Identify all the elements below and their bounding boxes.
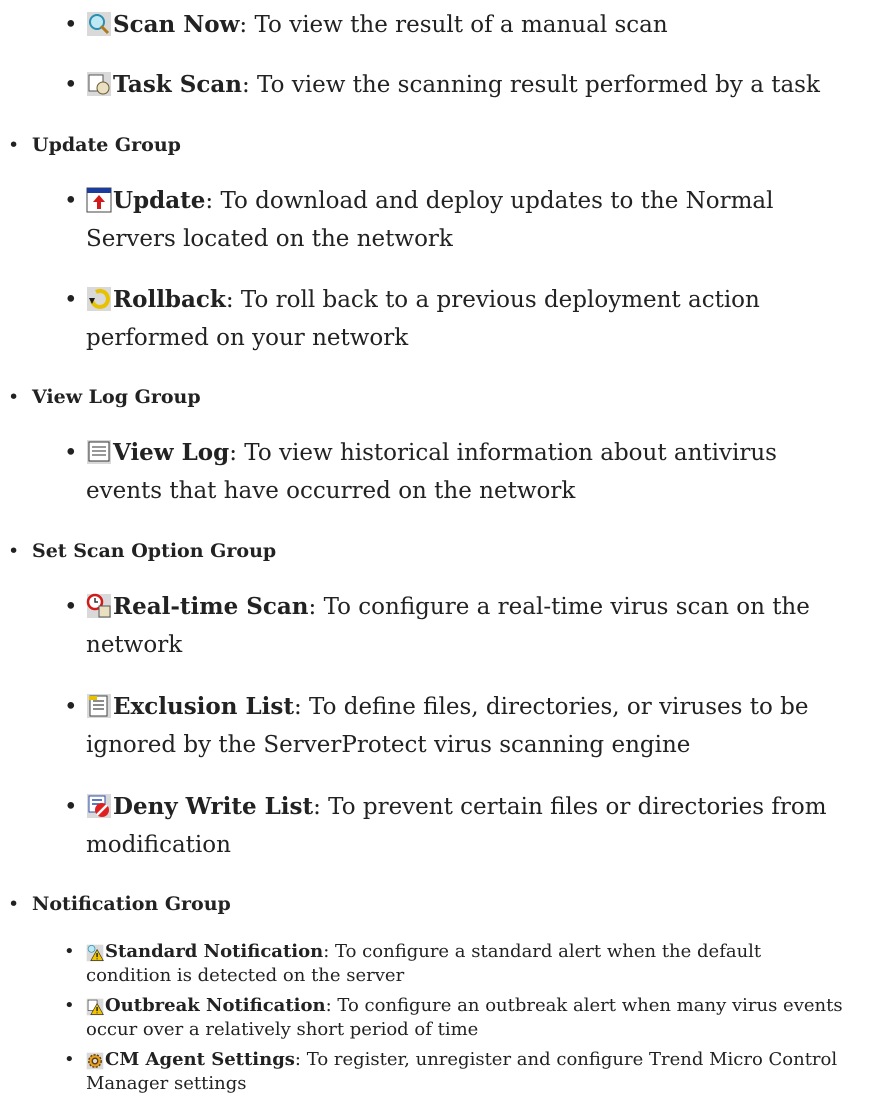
- update-icon: [86, 187, 112, 213]
- list-item-rollback: • Rollback: To roll back to a previous d…: [64, 281, 846, 357]
- item-name: Standard Notification: [105, 941, 324, 962]
- list-item-outbreak-notification: • Outbreak Notification: To configure an…: [64, 995, 843, 1040]
- outbreak-notification-icon: [86, 998, 104, 1016]
- item-name: Task Scan: [113, 71, 242, 98]
- bullet: •: [64, 1049, 75, 1070]
- bullet: •: [64, 794, 78, 820]
- group-heading: Update Group: [32, 134, 181, 156]
- bullet: •: [64, 287, 78, 313]
- bullet: •: [64, 188, 78, 214]
- bullet: •: [64, 440, 78, 466]
- cm-agent-settings-icon: [86, 1052, 104, 1070]
- bullet: •: [8, 540, 20, 562]
- view-log-icon: [86, 439, 112, 465]
- bullet: •: [64, 694, 78, 720]
- bullet: •: [64, 995, 75, 1016]
- group-heading: View Log Group: [32, 386, 201, 408]
- group-heading: Set Scan Option Group: [32, 540, 277, 562]
- list-item-cm-agent-settings: • CM Agent Settings: To register, unregi…: [64, 1049, 838, 1094]
- item-description: To view the scanning result performed by…: [249, 72, 820, 98]
- item-description: To view the result of a manual scan: [247, 12, 668, 38]
- item-name: Exclusion List: [113, 693, 294, 720]
- item-name: Deny Write List: [113, 793, 314, 820]
- item-name: Scan Now: [113, 11, 240, 38]
- deny-write-list-icon: [86, 793, 112, 819]
- standard-notification-icon: [86, 944, 104, 962]
- item-name: View Log: [113, 439, 230, 466]
- real-time-scan-icon: [86, 593, 112, 619]
- list-item-update: • Update: To download and deploy updates…: [64, 182, 846, 258]
- list-item-standard-notification: • Standard Notification: To configure a …: [64, 941, 762, 986]
- bullet: •: [64, 12, 78, 38]
- bullet: •: [8, 134, 20, 156]
- bullet: •: [64, 72, 78, 98]
- list-item-task-scan: • Task Scan: To view the scanning result…: [64, 66, 846, 104]
- scan-now-icon: [86, 11, 112, 37]
- list-item-scan-now: • Scan Now: To view the result of a manu…: [64, 6, 846, 44]
- bullet: •: [64, 594, 78, 620]
- bullet: •: [64, 941, 75, 962]
- list-item-exclusion-list: • Exclusion List: To define files, direc…: [64, 688, 846, 764]
- item-name: Rollback: [113, 286, 226, 313]
- item-name: CM Agent Settings: [105, 1049, 295, 1070]
- bullet: •: [8, 386, 20, 408]
- item-name: Update: [113, 187, 206, 214]
- item-name: Outbreak Notification: [105, 995, 326, 1016]
- item-name: Real-time Scan: [113, 593, 309, 620]
- list-item-deny-write-list: • Deny Write List: To prevent certain fi…: [64, 788, 846, 864]
- group-heading: Notification Group: [32, 893, 231, 915]
- list-item-view-log: • View Log: To view historical informati…: [64, 434, 846, 510]
- task-scan-icon: [86, 71, 112, 97]
- bullet: •: [8, 893, 20, 915]
- list-item-real-time-scan: • Real-time Scan: To configure a real-ti…: [64, 588, 846, 664]
- exclusion-list-icon: [86, 693, 112, 719]
- rollback-icon: [86, 286, 112, 312]
